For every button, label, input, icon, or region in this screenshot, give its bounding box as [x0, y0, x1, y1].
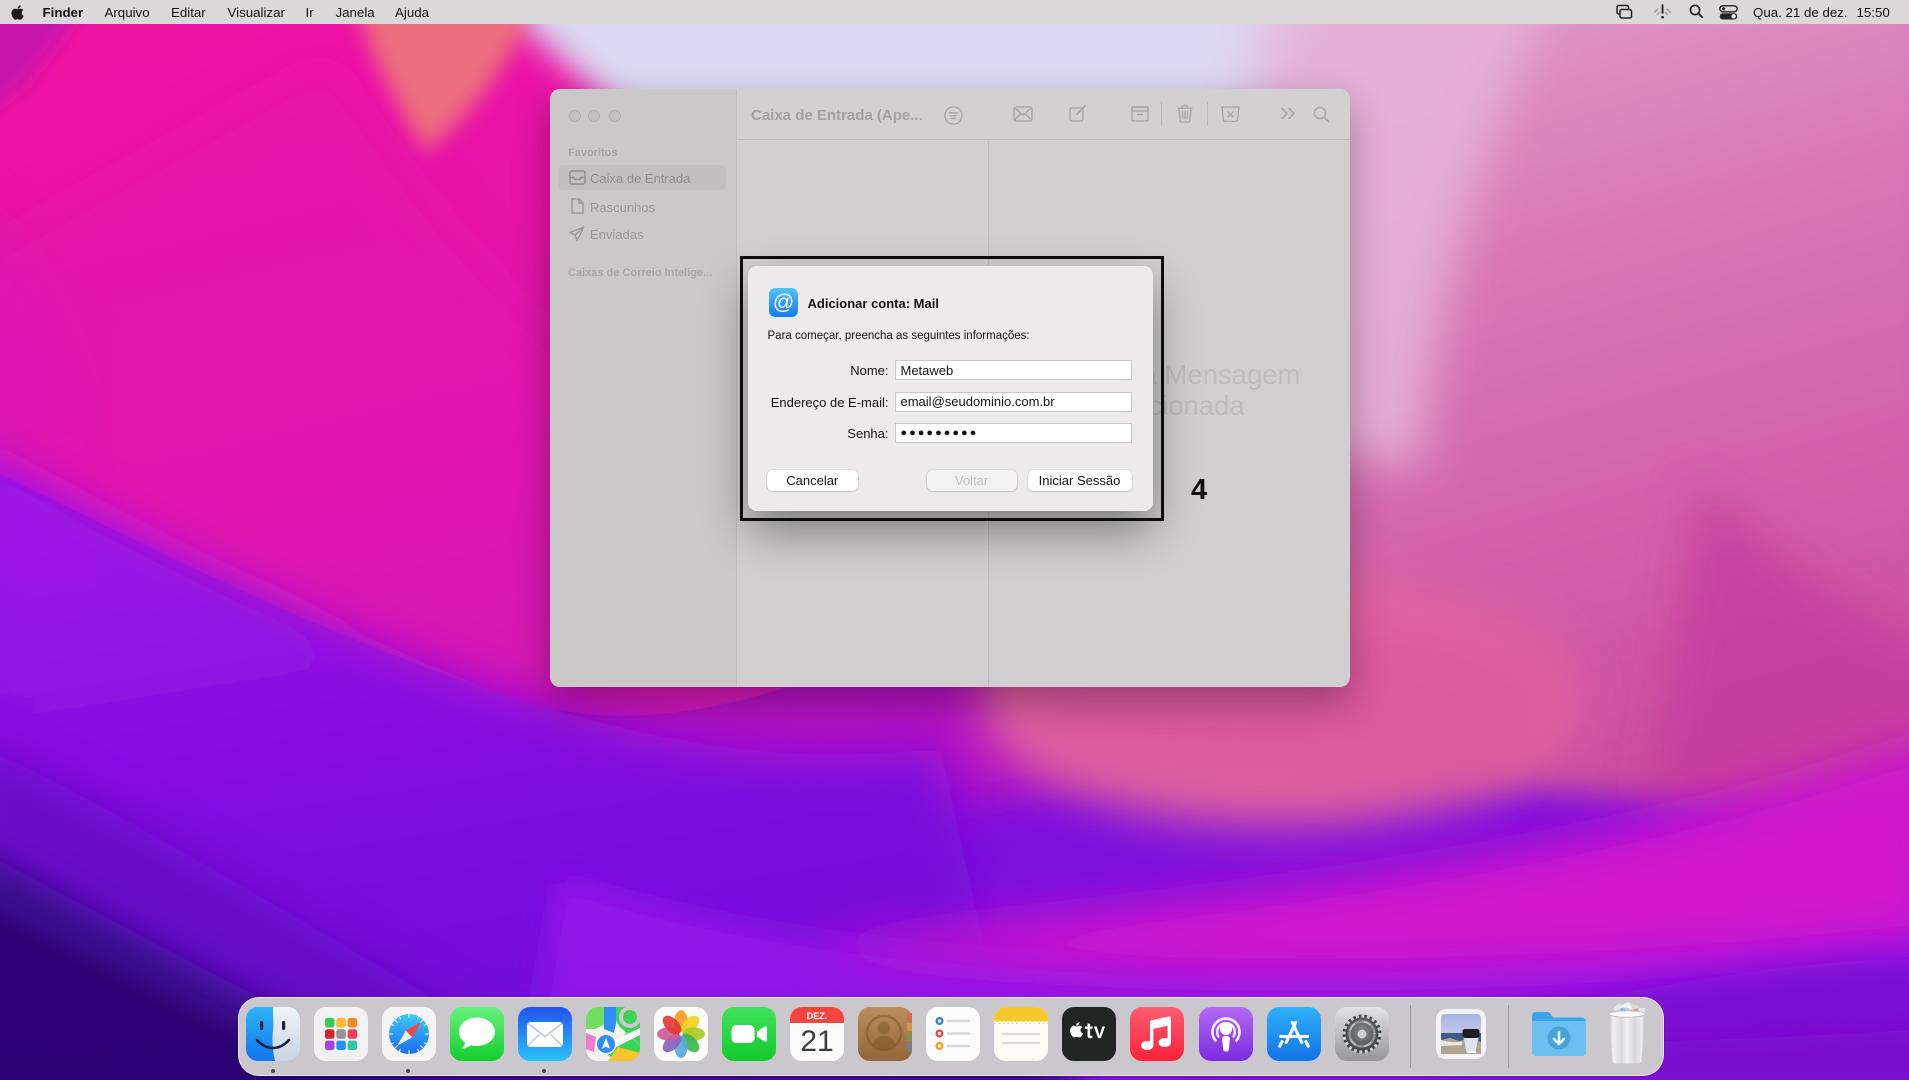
svg-text:DEZ.: DEZ.: [807, 1011, 828, 1021]
svg-text:21: 21: [801, 1025, 834, 1058]
